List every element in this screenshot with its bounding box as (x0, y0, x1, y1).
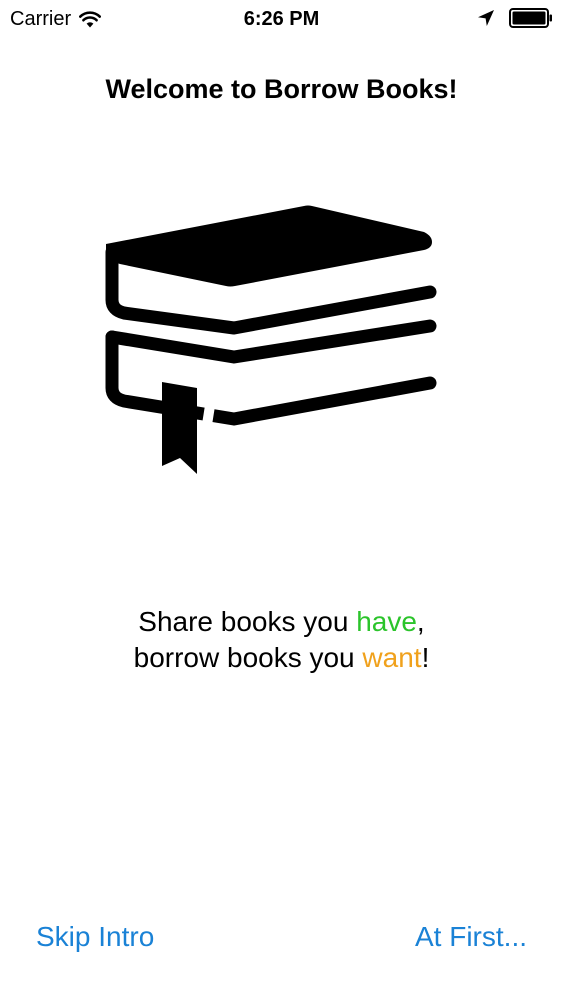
location-icon (478, 10, 494, 26)
tagline: Share books you have, borrow books you w… (0, 604, 563, 676)
tagline-want-highlight: want (362, 642, 422, 673)
right-status-group (477, 8, 553, 28)
tagline-line-2-prefix: borrow books you (133, 642, 363, 673)
tagline-line-1-prefix: Share books you (138, 606, 357, 637)
tagline-have-highlight: have (356, 606, 417, 637)
status-bar: Carrier 6:26 PM (0, 0, 563, 38)
intro-screen: Carrier 6:26 PM Welcome to Borrow Books! (0, 0, 563, 1000)
tagline-line-2-suffix: ! (421, 642, 430, 673)
welcome-title: Welcome to Borrow Books! (105, 74, 458, 104)
tagline-line-2: borrow books you want! (0, 640, 563, 676)
battery-icon (509, 8, 552, 28)
skip-intro-button[interactable]: Skip Intro (36, 918, 154, 956)
tagline-line-1-suffix: , (416, 606, 425, 637)
at-first-button[interactable]: At First... (415, 918, 527, 956)
tagline-line-1: Share books you have, (0, 604, 563, 640)
books-stack-icon (105, 205, 437, 474)
